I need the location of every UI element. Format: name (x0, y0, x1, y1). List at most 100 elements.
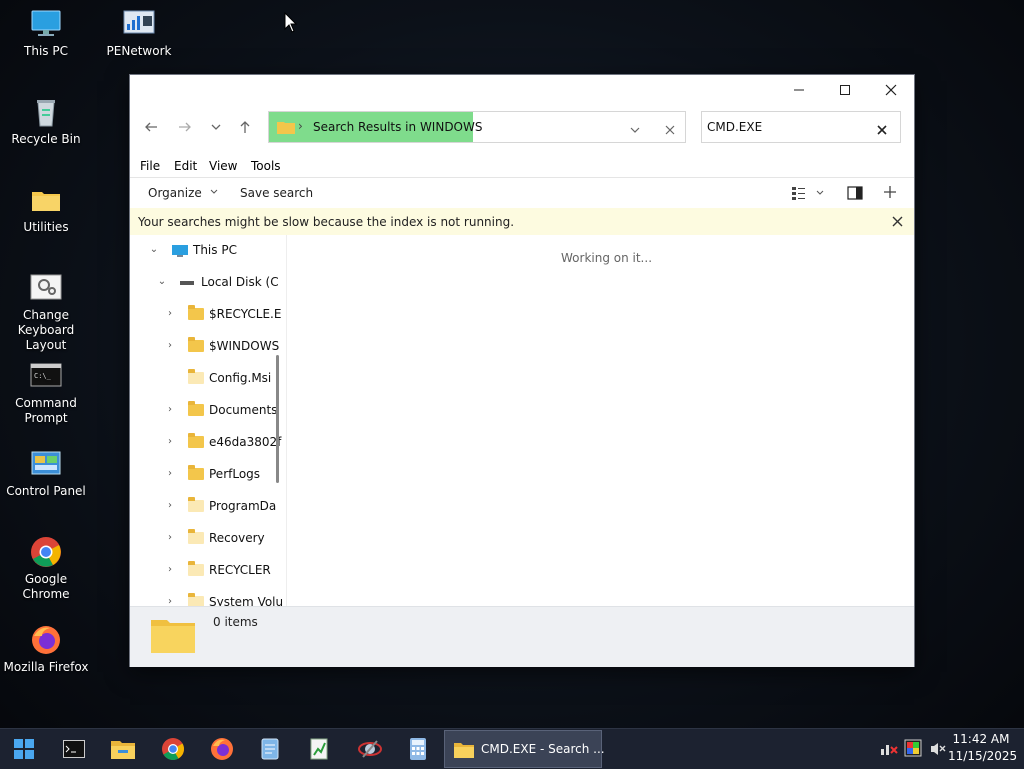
back-button[interactable] (140, 116, 162, 138)
taskbar-chrome[interactable] (153, 733, 193, 765)
chevron-down-icon (210, 189, 217, 194)
menu-edit[interactable]: Edit (174, 159, 197, 173)
clock-time: 11:42 AM (952, 732, 1010, 746)
folder-icon (188, 433, 204, 448)
tree-item-folder[interactable]: › ProgramDa (130, 491, 286, 523)
clear-search-button[interactable] (876, 121, 888, 140)
spreadsheet-icon (310, 738, 328, 760)
chevron-right-icon: › (168, 436, 172, 447)
taskbar: CMD.EXE - Search ... 11:42 AM 11/15/2025 (0, 728, 1024, 769)
tree-item-folder[interactable]: › e46da3802f (130, 427, 286, 459)
recent-locations-button[interactable] (205, 116, 227, 138)
tree-item-folder[interactable]: › RECYCLER (130, 555, 286, 587)
clear-address-button[interactable] (664, 121, 676, 140)
navigation-pane: ⌄ This PC ⌄ Local Disk (C › $RECYCLE.E ›… (130, 235, 286, 606)
search-input[interactable]: CMD.EXE (707, 120, 762, 134)
tree-item-folder[interactable]: › $RECYCLE.E (130, 299, 286, 331)
close-icon (877, 125, 887, 135)
taskbar-command-prompt[interactable] (54, 733, 94, 765)
monitor-icon (172, 245, 188, 257)
new-tab-button[interactable] (883, 185, 897, 202)
address-bar[interactable]: › Search Results in WINDOWS (268, 111, 686, 143)
desktop-icon-command-prompt[interactable]: C:\_ Command Prompt (0, 360, 92, 426)
search-results-area[interactable]: Working on it... (287, 235, 914, 606)
folder-icon (188, 305, 204, 320)
index-warning-bar[interactable]: Your searches might be slow because the … (130, 208, 914, 235)
view-options-button[interactable] (791, 186, 825, 203)
folder-icon (188, 529, 204, 544)
folder-icon (188, 369, 204, 384)
taskbar-spreadsheet[interactable] (299, 733, 339, 765)
dismiss-warning-button[interactable] (892, 216, 903, 230)
save-search-button[interactable]: Save search (240, 186, 313, 200)
chevron-down-icon: ⌄ (149, 244, 159, 255)
desktop-icon-control-panel[interactable]: Control Panel (0, 448, 92, 499)
firefox-icon (211, 738, 233, 760)
forward-button[interactable] (174, 116, 196, 138)
tree-item-folder[interactable]: › $WINDOWS (130, 331, 286, 363)
volume-muted-icon (931, 743, 946, 755)
calculator-icon (410, 738, 426, 760)
tree-item-label: Config.Msi (209, 371, 272, 385)
folder-icon (188, 593, 204, 606)
desktop-icon-google-chrome[interactable]: Google Chrome (0, 536, 92, 602)
search-box[interactable]: CMD.EXE (701, 111, 901, 143)
preview-pane-button[interactable] (847, 186, 863, 203)
tray-volume-icon[interactable] (929, 741, 947, 760)
tree-item-folder[interactable]: Config.Msi (130, 363, 286, 395)
display-tray-icon (904, 739, 922, 757)
tray-display-icon[interactable] (904, 739, 922, 760)
organize-button[interactable]: Organize (148, 186, 219, 200)
up-button[interactable] (234, 116, 256, 138)
close-window-button[interactable] (868, 75, 914, 105)
taskbar-file-explorer[interactable] (103, 733, 143, 765)
tree-item-folder[interactable]: › Recovery (130, 523, 286, 555)
clock-date: 11/15/2025 (948, 749, 1018, 763)
maximize-button[interactable] (822, 75, 868, 105)
clock[interactable]: 11:42 AM 11/15/2025 (948, 732, 1018, 763)
address-location: Search Results in WINDOWS (313, 120, 483, 134)
desktop-icon-mozilla-firefox[interactable]: Mozilla Firefox (0, 624, 92, 675)
navigation-pane-scrollbar[interactable] (276, 355, 279, 483)
chevron-right-icon: › (168, 404, 172, 415)
address-dropdown-button[interactable] (629, 121, 641, 140)
taskbar-active-window[interactable]: CMD.EXE - Search ... (444, 730, 605, 768)
tray-network-icon[interactable] (880, 740, 898, 759)
svg-text:C:\_: C:\_ (34, 372, 52, 380)
tree-item-folder[interactable]: › System Volu (130, 587, 286, 606)
index-warning-message: Your searches might be slow because the … (138, 215, 515, 229)
arrow-up-icon (240, 121, 250, 133)
taskbar-network-tool[interactable] (350, 733, 390, 765)
tree-item-label: System Volu (209, 595, 284, 606)
taskbar-firefox[interactable] (202, 733, 242, 765)
minimize-button[interactable] (776, 75, 822, 105)
taskbar-calculator[interactable] (398, 733, 438, 765)
folder-icon (454, 743, 474, 758)
tree-item-local-disk[interactable]: ⌄ Local Disk (C (130, 267, 286, 299)
taskbar-notepad[interactable] (250, 733, 290, 765)
terminal-icon (63, 740, 85, 758)
start-button[interactable] (4, 733, 44, 765)
desktop-icon-penetwork[interactable]: PENetwork (93, 8, 185, 59)
tree-item-folder[interactable]: › Documents (130, 395, 286, 427)
folder-icon (188, 401, 204, 416)
mouse-cursor-icon (284, 11, 298, 38)
menu-file[interactable]: File (140, 159, 160, 173)
chevron-down-icon (211, 124, 221, 130)
tree-item-this-pc[interactable]: ⌄ This PC (130, 235, 286, 267)
maximize-icon (840, 85, 850, 95)
menu-bar: File Edit View Tools (130, 155, 914, 178)
folder-icon (188, 465, 204, 480)
desktop-icon-change-keyboard-layout[interactable]: Change Keyboard Layout (0, 272, 92, 353)
menu-tools[interactable]: Tools (251, 159, 281, 173)
active-window-title: CMD.EXE - Search ... (481, 742, 605, 756)
details-bar: 0 items (130, 606, 914, 667)
menu-view[interactable]: View (209, 159, 237, 173)
desktop-icon-utilities[interactable]: Utilities (0, 184, 92, 235)
tree-item-folder[interactable]: › PerfLogs (130, 459, 286, 491)
address-breadcrumb[interactable]: › Search Results in WINDOWS (269, 112, 483, 142)
drive-icon (180, 281, 194, 285)
desktop-icon-this-pc[interactable]: This PC (0, 8, 92, 59)
chevron-right-icon: › (168, 308, 172, 319)
desktop-icon-recycle-bin[interactable]: Recycle Bin (0, 96, 92, 147)
